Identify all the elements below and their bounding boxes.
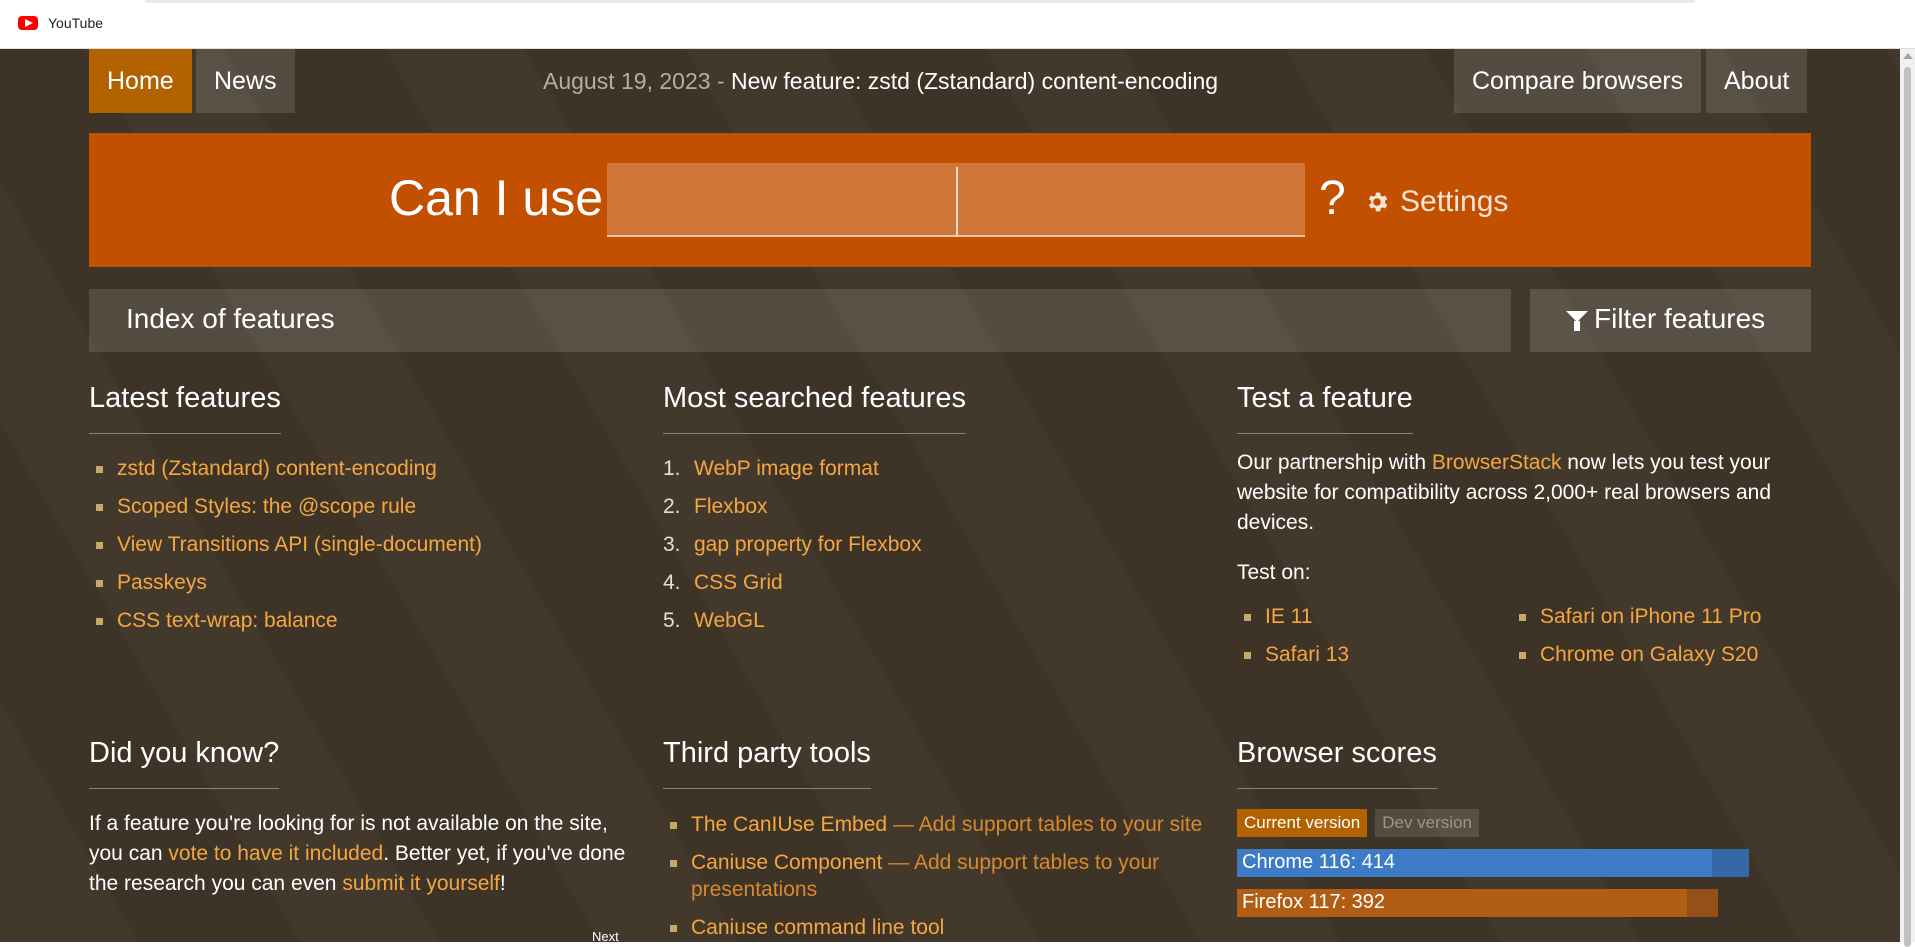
test-on-list: IE 11 Safari on iPhone 11 Pro Safari 13 … xyxy=(1237,602,1797,678)
browserstack-link[interactable]: BrowserStack xyxy=(1432,451,1562,474)
filter-label: Filter features xyxy=(1594,303,1766,334)
search-hero: Can I use ? Settings xyxy=(89,133,1811,267)
test-a-feature: Test a feature Our partnership with Brow… xyxy=(1237,382,1797,678)
test-on-label: Test on: xyxy=(1237,561,1311,584)
scroll-up-arrow-icon[interactable] xyxy=(1903,53,1913,59)
nav-home[interactable]: Home xyxy=(89,49,192,113)
list-item-label: Flexbox xyxy=(694,495,768,518)
list-number: 3. xyxy=(663,533,681,556)
did-you-know-text: If a feature you're looking for is not a… xyxy=(89,809,629,899)
version-toggle: Current version Dev version xyxy=(1237,809,1797,837)
filter-features-button[interactable]: Filter features xyxy=(1530,289,1811,352)
score-bar-label: Firefox 117: 392 xyxy=(1242,891,1386,913)
settings-label: Settings xyxy=(1400,185,1509,218)
page: Home News August 19, 2023 - New feature:… xyxy=(0,49,1900,942)
list-number: 4. xyxy=(663,571,681,594)
latest-features-list: zstd (Zstandard) content-encoding Scoped… xyxy=(89,454,629,644)
third-party-list: The CanIUse Embed — Add support tables t… xyxy=(663,811,1203,941)
most-searched-title: Most searched features xyxy=(663,382,967,434)
nav-compare-browsers[interactable]: Compare browsers xyxy=(1454,49,1702,113)
bookmark-youtube[interactable]: YouTube xyxy=(18,15,103,31)
most-searched-list: 1. WebP image format 2. Flexbox 3. gap prop… xyxy=(663,454,1203,644)
test-a-feature-title: Test a feature xyxy=(1237,382,1413,434)
tool-name: Caniuse Component xyxy=(691,851,883,874)
hero-label: Can I use xyxy=(389,170,604,226)
third-party-title: Third party tools xyxy=(663,737,871,789)
list-item[interactable]: 1. WebP image format xyxy=(663,454,1203,492)
index-of-features[interactable]: Index of features xyxy=(89,289,1511,352)
test-ie11-link[interactable]: IE 11 xyxy=(1237,602,1512,640)
dyk-text-3: ! xyxy=(499,872,506,895)
list-item[interactable]: Scoped Styles: the @scope rule xyxy=(89,492,629,530)
list-item-label: gap property for Flexbox xyxy=(694,533,922,556)
did-you-know-title: Did you know? xyxy=(89,737,280,789)
test-safari13-link[interactable]: Safari 13 xyxy=(1237,640,1512,678)
test-description: Our partnership with BrowserStack now le… xyxy=(1237,448,1797,538)
top-nav: Home News August 19, 2023 - New feature:… xyxy=(89,49,1811,113)
bookmark-label: YouTube xyxy=(48,15,104,31)
gear-icon xyxy=(1368,192,1388,212)
list-item[interactable]: Passkeys xyxy=(89,568,629,606)
test-safari-iphone-link[interactable]: Safari on iPhone 11 Pro xyxy=(1512,602,1792,640)
list-number: 1. xyxy=(663,457,681,480)
news-date: August 19, 2023 xyxy=(543,68,711,94)
tool-name: Caniuse command line tool xyxy=(691,916,945,939)
list-item[interactable]: 2. Flexbox xyxy=(663,492,1203,530)
score-bar: Chrome 116: 414 xyxy=(1237,849,1797,877)
list-item-label: WebP image format xyxy=(694,457,879,480)
current-version-button[interactable]: Current version xyxy=(1237,809,1368,837)
list-item[interactable]: 3. gap property for Flexbox xyxy=(663,530,1203,568)
youtube-icon xyxy=(18,16,38,30)
tool-name: The CanIUse Embed xyxy=(691,813,888,836)
score-bars: Chrome 116: 414 Firefox 117: 392 xyxy=(1237,849,1797,917)
test-chrome-galaxy-link[interactable]: Chrome on Galaxy S20 xyxy=(1512,640,1792,678)
score-bar-label: Chrome 116: 414 xyxy=(1242,851,1396,873)
browser-scores: Browser scores Current version Dev versi… xyxy=(1237,737,1797,917)
list-item-label: CSS Grid xyxy=(694,571,783,594)
test-text-before: Our partnership with xyxy=(1237,451,1432,474)
list-item[interactable]: View Transitions API (single-document) xyxy=(89,530,629,568)
list-item-label: WebGL xyxy=(694,609,765,632)
list-item[interactable]: zstd (Zstandard) content-encoding xyxy=(89,454,629,492)
list-item[interactable]: The CanIUse Embed — Add support tables t… xyxy=(663,811,1203,838)
nav-news[interactable]: News xyxy=(196,49,295,113)
index-label: Index of features xyxy=(126,303,335,334)
address-bar-edge xyxy=(145,0,1695,3)
filter-icon xyxy=(1566,311,1588,331)
list-item[interactable]: Caniuse Component — Add support tables t… xyxy=(663,849,1203,903)
scrollbar[interactable] xyxy=(1900,49,1915,947)
third-party-tools: Third party tools The CanIUse Embed — Ad… xyxy=(663,737,1203,942)
latest-features-title: Latest features xyxy=(89,382,281,434)
list-number: 2. xyxy=(663,495,681,518)
latest-features: Latest features zstd (Zstandard) content… xyxy=(89,382,629,644)
news-separator: - xyxy=(710,68,731,94)
list-item[interactable]: CSS text-wrap: balance xyxy=(89,606,629,644)
list-item[interactable]: Caniuse command line tool xyxy=(663,914,1203,941)
list-item[interactable]: 4. CSS Grid xyxy=(663,568,1203,606)
browser-scores-title: Browser scores xyxy=(1237,737,1437,789)
score-bar: Firefox 117: 392 xyxy=(1237,889,1797,917)
list-number: 5. xyxy=(663,609,681,632)
settings-button[interactable]: Settings xyxy=(1364,185,1508,219)
bookmarks-bar: YouTube xyxy=(0,0,1915,49)
most-searched-features: Most searched features 1. WebP image form… xyxy=(663,382,1203,644)
submit-link[interactable]: submit it yourself xyxy=(342,872,500,895)
did-you-know: Did you know? If a feature you're lookin… xyxy=(89,737,629,899)
list-item[interactable]: 5. WebGL xyxy=(663,606,1203,644)
hero-question-mark: ? xyxy=(1319,172,1346,225)
nav-about[interactable]: About xyxy=(1706,49,1808,113)
news-title: New feature: zstd (Zstandard) content-en… xyxy=(730,68,1219,94)
tool-description: — Add support tables to your site xyxy=(887,813,1203,836)
search-caret xyxy=(956,167,958,237)
news-headline[interactable]: August 19, 2023 - New feature: zstd (Zst… xyxy=(543,49,1218,113)
vote-link[interactable]: vote to have it included xyxy=(168,842,383,865)
dev-version-button[interactable]: Dev version xyxy=(1375,809,1479,837)
next-tip-button[interactable]: Next xyxy=(592,929,619,942)
scroll-thumb[interactable] xyxy=(1904,67,1911,947)
